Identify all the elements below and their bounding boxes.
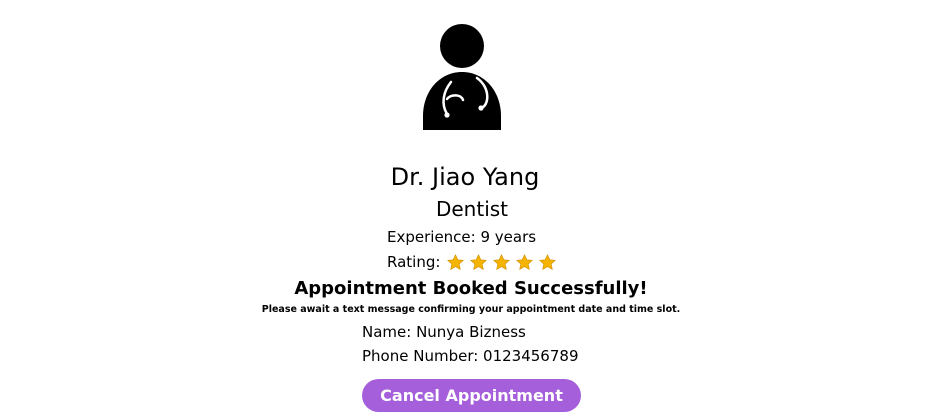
doctor-rating: Rating: [387,251,557,273]
success-title: Appointment Booked Successfully! [294,278,648,299]
patient-name: Name: Nunya Bizness [362,323,526,341]
star-icon [516,253,533,270]
doctor-name: Dr. Jiao Yang [390,163,540,191]
rating-stars [446,253,557,272]
rating-label: Rating: [387,253,441,271]
cancel-appointment-button[interactable]: Cancel Appointment [362,379,581,412]
star-icon [447,253,464,270]
star-icon [470,253,487,270]
patient-phone: Phone Number: 0123456789 [362,347,579,365]
doctor-experience: Experience: 9 years [387,228,537,246]
star-icon [493,253,510,270]
doctor-specialty: Dentist [435,197,509,221]
doctor-icon [423,24,501,130]
star-icon [539,253,556,270]
appointment-confirmation-page: Dr. Jiao Yang Dentist Experience: 9 year… [0,0,940,417]
success-note: Please await a text message confirming y… [261,304,681,315]
